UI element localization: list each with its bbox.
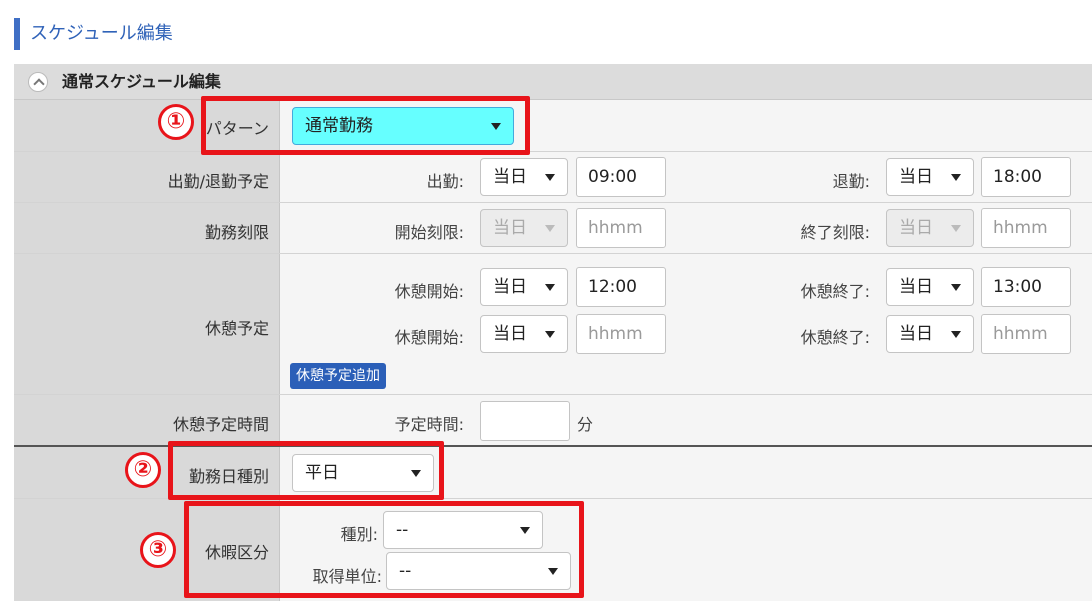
- end-label: 退勤:: [832, 172, 870, 191]
- page-title: スケジュール編集: [14, 18, 173, 50]
- annotation-box-2: [168, 441, 444, 500]
- break-end-day-select[interactable]: 当日: [886, 268, 974, 306]
- break-time-input[interactable]: [480, 401, 570, 441]
- break-start-time-input[interactable]: hhmm: [576, 314, 666, 354]
- start-time-input[interactable]: 09:00: [576, 157, 666, 197]
- limit-end-day-select: 当日: [886, 209, 974, 247]
- limit-start-input[interactable]: hhmm: [576, 208, 666, 248]
- end-time-input[interactable]: 18:00: [981, 157, 1071, 197]
- break-end-label: 休憩終了:: [800, 282, 870, 301]
- break-end-time-input[interactable]: hhmm: [981, 314, 1071, 354]
- break-time-row: 休憩予定時間 予定時間: 分: [14, 395, 1092, 447]
- annotation-marker-3: ③: [140, 532, 176, 568]
- section-title: 通常スケジュール編集: [62, 72, 221, 91]
- schedule-label: 出勤/退勤予定: [167, 172, 269, 191]
- break-time-label: 休憩予定時間: [172, 415, 269, 434]
- break-row: 休憩予定 休憩開始: 当日 12:00 休憩終了: 当日 13:00 休憩開始:…: [14, 254, 1092, 395]
- break-label: 休憩予定: [204, 319, 269, 338]
- limit-row: 勤務刻限 開始刻限: 当日 hhmm 終了刻限: 当日 hhmm: [14, 203, 1092, 254]
- chevron-up-icon[interactable]: [28, 72, 48, 92]
- limit-end-input[interactable]: hhmm: [981, 208, 1071, 248]
- limit-start-label: 開始刻限:: [394, 223, 464, 242]
- break-start-label: 休憩開始:: [394, 328, 464, 347]
- limit-end-label: 終了刻限:: [800, 223, 870, 242]
- break-time-unit: 分: [577, 415, 594, 434]
- start-day-select[interactable]: 当日: [480, 158, 568, 196]
- start-label: 出勤:: [426, 172, 464, 191]
- annotation-marker-2: ②: [125, 452, 161, 488]
- break-end-time-input[interactable]: 13:00: [981, 267, 1071, 307]
- schedule-row: 出勤/退勤予定 出勤: 当日 09:00 退勤: 当日 18:00: [14, 152, 1092, 203]
- annotation-box-3: [184, 501, 584, 598]
- limit-label: 勤務刻限: [204, 223, 269, 242]
- break-end-day-select[interactable]: 当日: [886, 315, 974, 353]
- break-end-label: 休憩終了:: [800, 328, 870, 347]
- end-day-select[interactable]: 当日: [886, 158, 974, 196]
- break-time-field-label: 予定時間:: [394, 415, 464, 434]
- add-break-button[interactable]: 休憩予定追加: [290, 363, 386, 389]
- break-start-day-select[interactable]: 当日: [480, 315, 568, 353]
- annotation-box-1: [201, 96, 530, 155]
- annotation-marker-1: ①: [158, 104, 194, 140]
- break-start-label: 休憩開始:: [394, 282, 464, 301]
- break-start-day-select[interactable]: 当日: [480, 268, 568, 306]
- limit-start-day-select: 当日: [480, 209, 568, 247]
- section-header[interactable]: 通常スケジュール編集: [14, 64, 1092, 100]
- break-start-time-input[interactable]: 12:00: [576, 267, 666, 307]
